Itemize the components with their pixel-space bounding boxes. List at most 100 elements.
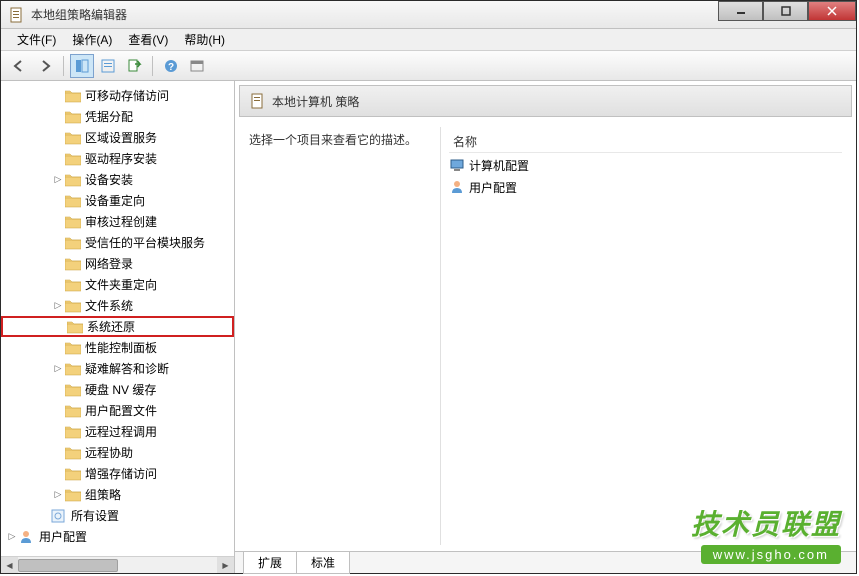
tree-node[interactable]: ▷ 设备安装 <box>1 169 234 190</box>
policy-icon <box>250 93 266 109</box>
tab-standard[interactable]: 标准 <box>296 552 350 574</box>
svg-text:?: ? <box>168 62 174 73</box>
list-item[interactable]: 计算机配置 <box>449 155 842 175</box>
menu-view[interactable]: 查看(V) <box>120 29 176 50</box>
forward-arrow-icon <box>37 58 53 74</box>
tab-extended[interactable]: 扩展 <box>243 552 297 574</box>
tree-node-label: 文件系统 <box>85 297 133 314</box>
list-item[interactable]: 用户配置 <box>449 177 842 197</box>
tree-node-label: 系统还原 <box>87 318 135 335</box>
forward-button[interactable] <box>33 54 57 78</box>
expand-icon[interactable]: ▷ <box>51 488 65 502</box>
tree-node-label: 凭据分配 <box>85 108 133 125</box>
tree-node[interactable]: 区域设置服务 <box>1 127 234 148</box>
list-item-label: 用户配置 <box>469 179 517 196</box>
properties-button[interactable] <box>96 54 120 78</box>
tree-node[interactable]: ▷ 文件系统 <box>1 295 234 316</box>
computer-config-icon <box>449 157 465 173</box>
expand-icon[interactable] <box>51 194 65 208</box>
watermark: 技术员联盟 www.jsgho.com <box>691 503 841 564</box>
tree-node-label: 区域设置服务 <box>85 129 157 146</box>
expand-icon[interactable]: ▷ <box>51 362 65 376</box>
expand-icon[interactable] <box>51 131 65 145</box>
details-panel: 本地计算机 策略 选择一个项目来查看它的描述。 名称 计算机配置 <box>235 81 856 573</box>
expand-icon[interactable] <box>51 404 65 418</box>
menu-file[interactable]: 文件(F) <box>9 29 64 50</box>
close-button[interactable] <box>808 1 856 21</box>
tree-node[interactable]: 远程过程调用 <box>1 421 234 442</box>
expand-icon[interactable] <box>53 320 67 334</box>
window-title: 本地组策略编辑器 <box>31 6 127 23</box>
scroll-left-arrow-icon[interactable]: ◀ <box>1 557 18 573</box>
tree-node[interactable]: 系统还原 <box>1 316 234 337</box>
back-button[interactable] <box>7 54 31 78</box>
show-tree-button[interactable] <box>70 54 94 78</box>
expand-icon[interactable] <box>51 110 65 124</box>
close-icon <box>827 6 837 16</box>
window-controls <box>718 1 856 21</box>
menu-help[interactable]: 帮助(H) <box>176 29 233 50</box>
tree-node-label: 疑难解答和诊断 <box>85 360 169 377</box>
tree-node[interactable]: 性能控制面板 <box>1 337 234 358</box>
tree-node[interactable]: 网络登录 <box>1 253 234 274</box>
expand-icon[interactable] <box>51 425 65 439</box>
filter-button[interactable] <box>185 54 209 78</box>
tree-pane-icon <box>74 58 90 74</box>
tree-node-label: 受信任的平台模块服务 <box>85 234 205 251</box>
expand-icon[interactable] <box>51 467 65 481</box>
watermark-url: www.jsgho.com <box>701 545 841 564</box>
expand-icon[interactable] <box>51 152 65 166</box>
export-icon <box>126 58 142 74</box>
tree-node-user-config[interactable]: ▷用户配置 <box>1 526 234 547</box>
tree-node-label: 性能控制面板 <box>85 339 157 356</box>
tree-node[interactable]: 可移动存储访问 <box>1 85 234 106</box>
tree-node-label: 可移动存储访问 <box>85 87 169 104</box>
tree-node[interactable]: 受信任的平台模块服务 <box>1 232 234 253</box>
expand-icon[interactable] <box>51 257 65 271</box>
expand-icon[interactable] <box>51 341 65 355</box>
tree-node[interactable]: 增强存储访问 <box>1 463 234 484</box>
tree-node-label: 所有设置 <box>71 507 119 524</box>
tree-node[interactable]: 硬盘 NV 缓存 <box>1 379 234 400</box>
scroll-right-arrow-icon[interactable]: ▶ <box>217 557 234 573</box>
tree-node[interactable]: 审核过程创建 <box>1 211 234 232</box>
minimize-button[interactable] <box>718 1 763 21</box>
tree-node-label: 增强存储访问 <box>85 465 157 482</box>
tree-node-label: 设备重定向 <box>85 192 145 209</box>
expand-icon[interactable] <box>51 446 65 460</box>
expand-icon[interactable]: ▷ <box>51 173 65 187</box>
tree-node-label: 远程过程调用 <box>85 423 157 440</box>
expand-icon[interactable] <box>51 278 65 292</box>
export-button[interactable] <box>122 54 146 78</box>
tree-body[interactable]: 可移动存储访问凭据分配区域设置服务驱动程序安装 ▷ 设备安装设备重定向审核过程创建受… <box>1 81 234 556</box>
help-button[interactable]: ? <box>159 54 183 78</box>
tree-node[interactable]: 文件夹重定向 <box>1 274 234 295</box>
tree-node[interactable]: 远程协助 <box>1 442 234 463</box>
tree-node-label: 设备安装 <box>85 171 133 188</box>
expand-icon[interactable]: ▷ <box>51 299 65 313</box>
tree-node[interactable]: ▷ 疑难解答和诊断 <box>1 358 234 379</box>
expand-icon[interactable] <box>51 236 65 250</box>
tree-node[interactable]: 凭据分配 <box>1 106 234 127</box>
name-column-header[interactable]: 名称 <box>449 131 842 153</box>
help-icon: ? <box>163 58 179 74</box>
expand-icon[interactable] <box>51 89 65 103</box>
tree-node[interactable]: 用户配置文件 <box>1 400 234 421</box>
details-body: 选择一个项目来查看它的描述。 名称 计算机配置 <box>235 121 856 551</box>
tree-node-all-settings[interactable]: 所有设置 <box>1 505 234 526</box>
maximize-button[interactable] <box>763 1 808 21</box>
menu-action[interactable]: 操作(A) <box>64 29 120 50</box>
properties-icon <box>100 58 116 74</box>
scroll-thumb[interactable] <box>18 559 118 572</box>
tree-node[interactable]: 驱动程序安装 <box>1 148 234 169</box>
tree-node[interactable]: 设备重定向 <box>1 190 234 211</box>
expand-icon[interactable]: ▷ <box>5 530 19 544</box>
expand-icon[interactable] <box>51 215 65 229</box>
tree-node-label: 驱动程序安装 <box>85 150 157 167</box>
tree-node[interactable]: ▷ 组策略 <box>1 484 234 505</box>
toolbar-separator <box>152 56 153 76</box>
expand-icon[interactable] <box>51 383 65 397</box>
filter-icon <box>189 58 205 74</box>
tree-node-label: 组策略 <box>85 486 121 503</box>
horizontal-scrollbar[interactable]: ◀ ▶ <box>1 556 234 573</box>
